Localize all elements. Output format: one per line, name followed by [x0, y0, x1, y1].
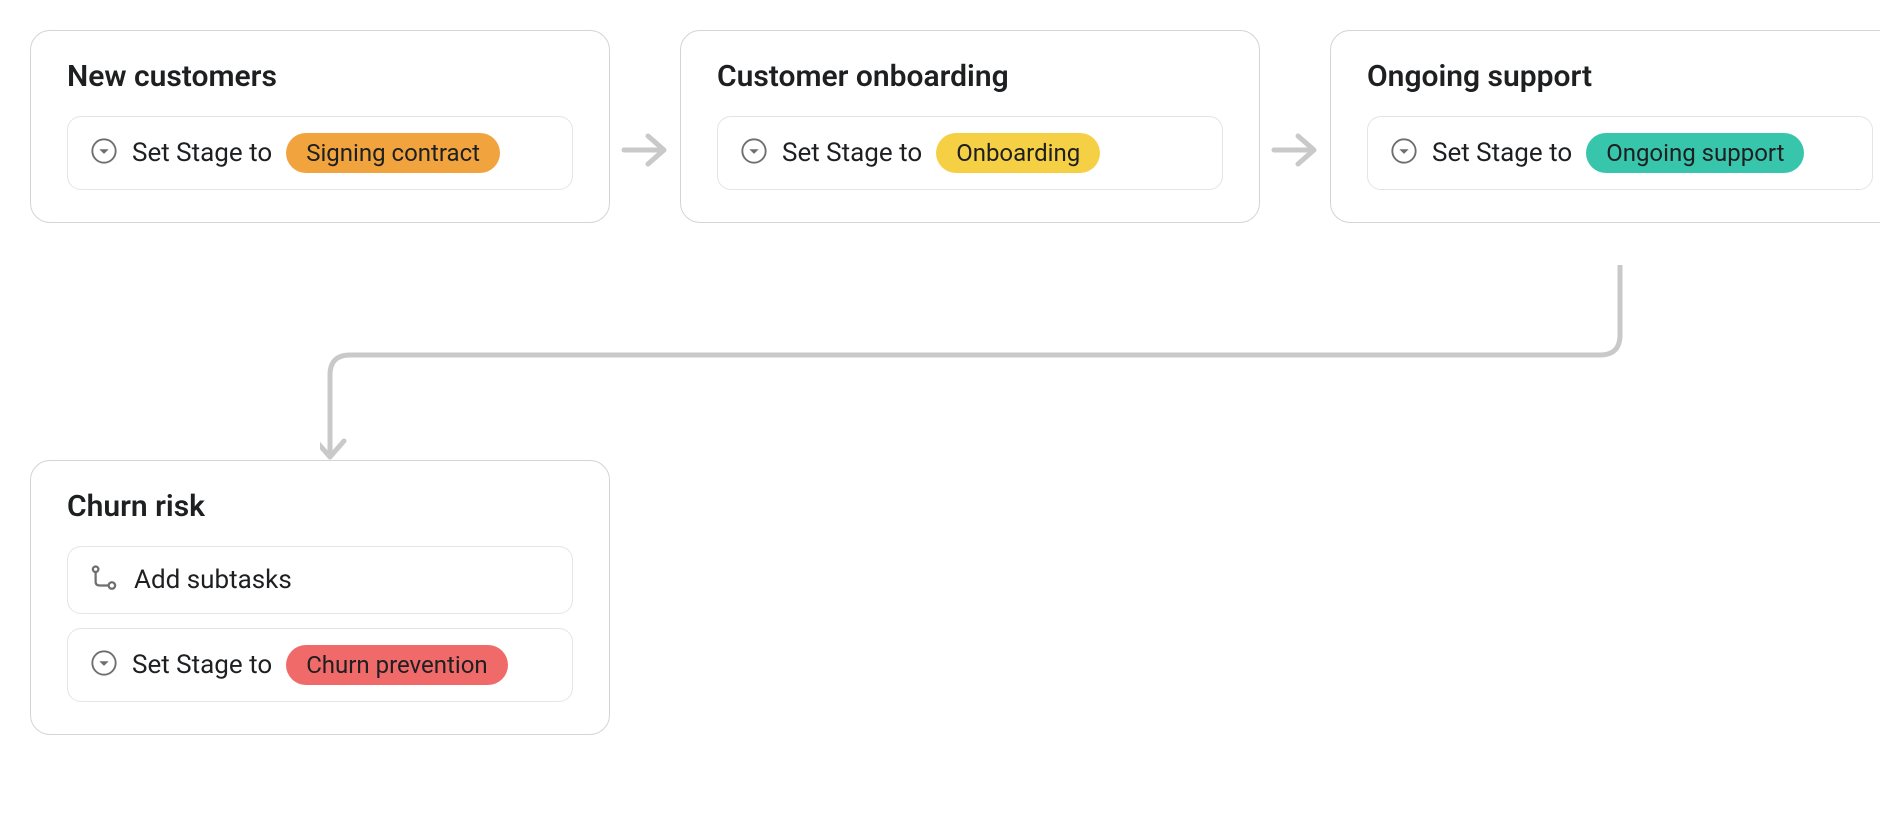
action-set-stage[interactable]: Set Stage to Ongoing support: [1367, 116, 1873, 190]
action-set-stage[interactable]: Set Stage to Onboarding: [717, 116, 1223, 190]
connector-arrow-icon: [320, 265, 1640, 465]
workflow-node-ongoing-support[interactable]: Ongoing support Set Stage to Ongoing sup…: [1330, 30, 1880, 223]
stage-badge: Signing contract: [286, 133, 500, 173]
arrow-right-icon: [620, 130, 670, 170]
node-title: Ongoing support: [1367, 59, 1873, 94]
action-label: Add subtasks: [134, 565, 292, 595]
workflow-node-churn-risk[interactable]: Churn risk Add subtasks Set Stage to Chu…: [30, 460, 610, 735]
workflow-node-new-customers[interactable]: New customers Set Stage to Signing contr…: [30, 30, 610, 223]
caret-down-circle-icon: [740, 137, 768, 169]
action-set-stage[interactable]: Set Stage to Signing contract: [67, 116, 573, 190]
node-title: Churn risk: [67, 489, 573, 524]
stage-badge: Churn prevention: [286, 645, 507, 685]
subtasks-icon: [90, 563, 120, 597]
action-label: Set Stage to: [132, 138, 272, 168]
stage-badge: Onboarding: [936, 133, 1100, 173]
arrow-right-icon: [1270, 130, 1320, 170]
caret-down-circle-icon: [90, 649, 118, 681]
caret-down-circle-icon: [1390, 137, 1418, 169]
caret-down-circle-icon: [90, 137, 118, 169]
action-label: Set Stage to: [782, 138, 922, 168]
action-label: Set Stage to: [132, 650, 272, 680]
workflow-node-customer-onboarding[interactable]: Customer onboarding Set Stage to Onboard…: [680, 30, 1260, 223]
node-title: Customer onboarding: [717, 59, 1223, 94]
node-title: New customers: [67, 59, 573, 94]
stage-badge: Ongoing support: [1586, 133, 1804, 173]
action-label: Set Stage to: [1432, 138, 1572, 168]
action-add-subtasks[interactable]: Add subtasks: [67, 546, 573, 614]
action-set-stage[interactable]: Set Stage to Churn prevention: [67, 628, 573, 702]
